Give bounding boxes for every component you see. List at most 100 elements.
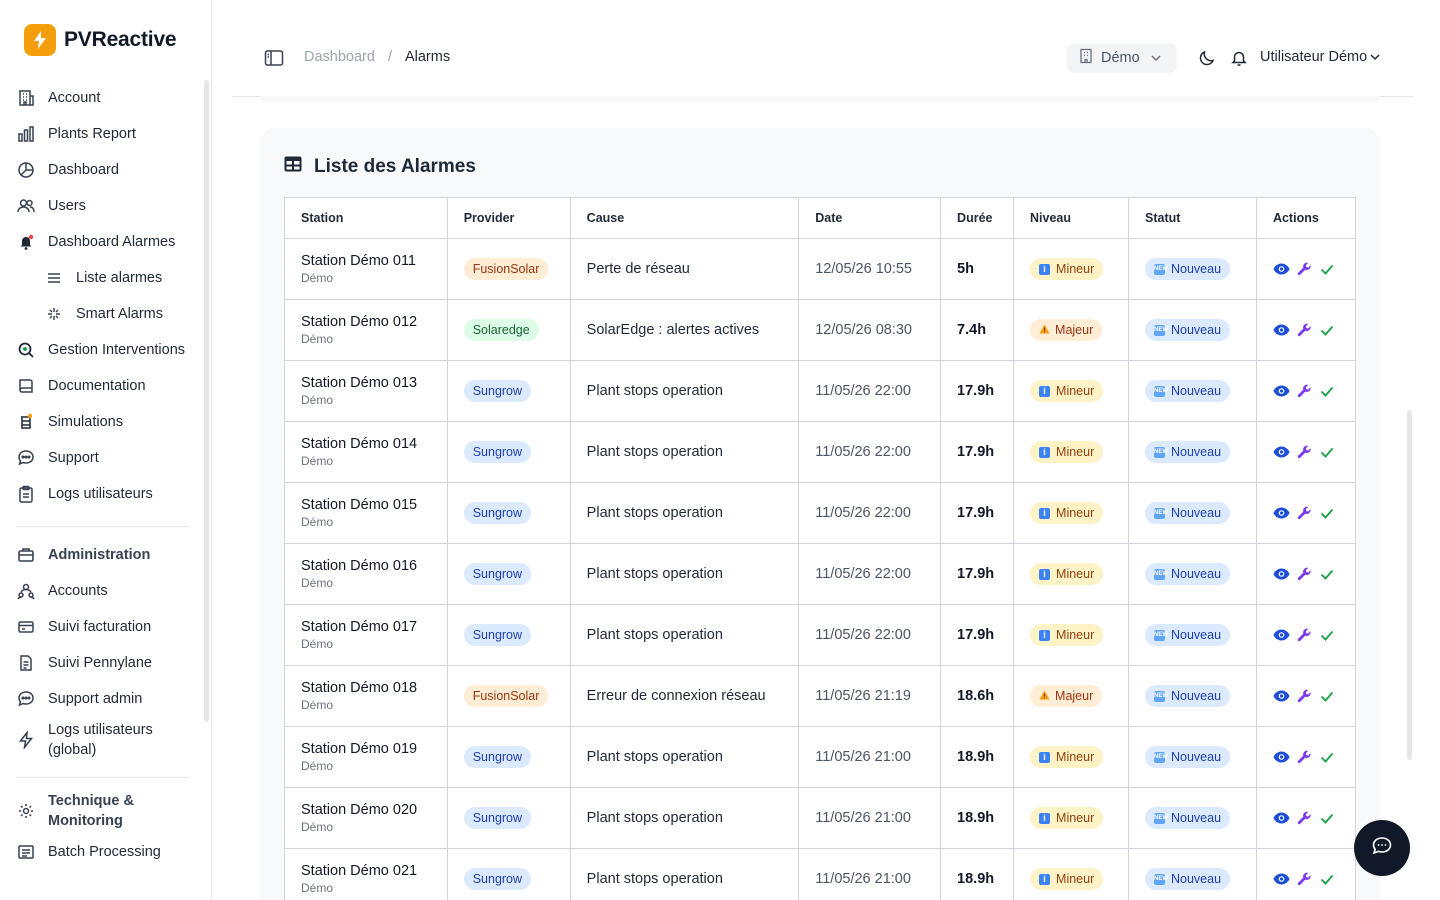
station-name[interactable]: Station Démo 013 (301, 375, 431, 392)
sidebar-item-batch-processing[interactable]: Batch Processing (16, 834, 196, 870)
wrench-icon[interactable] (1296, 810, 1313, 827)
view-eye-icon[interactable] (1273, 627, 1290, 644)
station-name[interactable]: Station Démo 019 (301, 741, 431, 758)
sidebar-item-gestion-interventions[interactable]: Gestion Interventions (16, 332, 196, 368)
check-icon[interactable] (1319, 261, 1336, 278)
check-icon[interactable] (1319, 627, 1336, 644)
wrench-icon[interactable] (1296, 322, 1313, 339)
view-eye-icon[interactable] (1273, 322, 1290, 339)
sidebar-item-logs-global[interactable]: Logs utilisateurs (global) (16, 717, 196, 763)
sidebar-item-support[interactable]: Support (16, 440, 196, 476)
check-icon[interactable] (1319, 566, 1336, 583)
wrench-icon[interactable] (1296, 749, 1313, 766)
sidebar-item-technique-monitoring[interactable]: Technique & Monitoring (16, 788, 196, 834)
view-eye-icon[interactable] (1273, 810, 1290, 827)
column-header-niveau[interactable]: Niveau (1013, 197, 1129, 239)
breadcrumb-dashboard[interactable]: Dashboard (304, 49, 375, 65)
cell-niveau: i Mineur (1013, 787, 1129, 849)
sidebar-item-documentation[interactable]: Documentation (16, 368, 196, 404)
table-row[interactable]: Station Démo 013 Démo Sungrow Plant stops o… (284, 360, 1357, 422)
cell-statut: NEW Nouveau (1128, 421, 1257, 483)
view-eye-icon[interactable] (1273, 261, 1290, 278)
sidebar-item-suivi-pennylane[interactable]: Suivi Pennylane (16, 645, 196, 681)
column-header-statut[interactable]: Statut (1128, 197, 1257, 239)
station-name[interactable]: Station Démo 021 (301, 863, 431, 880)
table-row[interactable]: Station Démo 014 Démo Sungrow Plant stops o… (284, 421, 1357, 483)
view-eye-icon[interactable] (1273, 871, 1290, 888)
view-eye-icon[interactable] (1273, 749, 1290, 766)
station-name[interactable]: Station Démo 014 (301, 436, 431, 453)
view-eye-icon[interactable] (1273, 505, 1290, 522)
view-eye-icon[interactable] (1273, 688, 1290, 705)
sidebar-item-smart-alarms[interactable]: Smart Alarms (16, 296, 196, 332)
cell-cause: Plant stops operation (569, 421, 800, 483)
wrench-icon[interactable] (1296, 871, 1313, 888)
sidebar-scrollbar[interactable] (204, 80, 209, 722)
sidebar-item-administration[interactable]: Administration (16, 537, 196, 573)
station-name[interactable]: Station Démo 018 (301, 680, 431, 697)
sidebar-item-users[interactable]: Users (16, 188, 196, 224)
table-row[interactable]: Station Démo 015 Démo Sungrow Plant stops o… (284, 482, 1357, 544)
table-row[interactable]: Station Démo 019 Démo Sungrow Plant stops o… (284, 726, 1357, 788)
station-name[interactable]: Station Démo 011 (301, 253, 431, 270)
check-icon[interactable] (1319, 871, 1336, 888)
brand[interactable]: PVReactive (24, 24, 177, 56)
check-icon[interactable] (1319, 749, 1336, 766)
organization-select[interactable]: Démo (1067, 43, 1177, 73)
sidebar-item-account[interactable]: Account (16, 80, 196, 116)
wrench-icon[interactable] (1296, 688, 1313, 705)
column-header-date[interactable]: Date (798, 197, 942, 239)
view-eye-icon[interactable] (1273, 383, 1290, 400)
wrench-icon[interactable] (1296, 261, 1313, 278)
wrench-icon[interactable] (1296, 566, 1313, 583)
notifications-bell-icon[interactable] (1230, 49, 1248, 67)
station-name[interactable]: Station Démo 016 (301, 558, 431, 575)
station-name[interactable]: Station Démo 015 (301, 497, 431, 514)
table-row[interactable]: Station Démo 020 Démo Sungrow Plant stops o… (284, 787, 1357, 849)
table-row[interactable]: Station Démo 012 Démo Solaredge SolarEdge :… (284, 299, 1357, 361)
station-name[interactable]: Station Démo 020 (301, 802, 431, 819)
table-row[interactable]: Station Démo 011 Démo FusionSolar Perte de … (284, 238, 1357, 300)
cell-niveau: Majeur (1013, 665, 1129, 727)
wrench-icon[interactable] (1296, 383, 1313, 400)
table-row[interactable]: Station Démo 017 Démo Sungrow Plant stops o… (284, 604, 1357, 666)
sidebar-item-dashboard-alarmes[interactable]: Dashboard Alarmes (16, 224, 196, 260)
sidebar-item-plants-report[interactable]: Plants Report (16, 116, 196, 152)
column-header-station[interactable]: Station (284, 197, 448, 239)
cell-statut: NEW Nouveau (1128, 299, 1257, 361)
sidebar-item-simulations[interactable]: Simulations (16, 404, 196, 440)
station-name[interactable]: Station Démo 012 (301, 314, 431, 331)
sidebar-item-suivi-facturation[interactable]: Suivi facturation (16, 609, 196, 645)
sidebar-item-dashboard[interactable]: Dashboard (16, 152, 196, 188)
column-header-provider[interactable]: Provider (446, 197, 571, 239)
column-header-cause[interactable]: Cause (569, 197, 800, 239)
check-icon[interactable] (1319, 505, 1336, 522)
wrench-icon[interactable] (1296, 444, 1313, 461)
info-icon: i (1039, 446, 1051, 458)
column-header-duree[interactable]: Durée (940, 197, 1015, 239)
check-icon[interactable] (1319, 322, 1336, 339)
wrench-icon[interactable] (1296, 627, 1313, 644)
view-eye-icon[interactable] (1273, 444, 1290, 461)
table-row[interactable]: Station Démo 018 Démo FusionSolar Erreur de… (284, 665, 1357, 727)
table-row[interactable]: Station Démo 021 Démo Sungrow Plant stops o… (284, 848, 1357, 900)
sidebar-toggle-icon[interactable] (264, 49, 284, 67)
check-icon[interactable] (1319, 444, 1336, 461)
sidebar-item-liste-alarmes[interactable]: Liste alarmes (16, 260, 196, 296)
check-icon[interactable] (1319, 810, 1336, 827)
status-badge: NEW Nouveau (1145, 319, 1231, 342)
sidebar-item-support-admin[interactable]: Support admin (16, 681, 196, 717)
view-eye-icon[interactable] (1273, 566, 1290, 583)
check-icon[interactable] (1319, 688, 1336, 705)
check-icon[interactable] (1319, 383, 1336, 400)
cell-duree: 17.9h (940, 604, 1015, 666)
dark-mode-toggle-icon[interactable] (1198, 49, 1216, 67)
main-scrollbar[interactable] (1407, 410, 1412, 760)
table-row[interactable]: Station Démo 016 Démo Sungrow Plant stops o… (284, 543, 1357, 605)
chat-launcher-button[interactable] (1354, 820, 1410, 876)
sidebar-item-accounts[interactable]: Accounts (16, 573, 196, 609)
sidebar-item-logs-utilisateurs[interactable]: Logs utilisateurs (16, 476, 196, 512)
user-menu[interactable]: Utilisateur Démo (1260, 49, 1381, 65)
station-name[interactable]: Station Démo 017 (301, 619, 431, 636)
wrench-icon[interactable] (1296, 505, 1313, 522)
